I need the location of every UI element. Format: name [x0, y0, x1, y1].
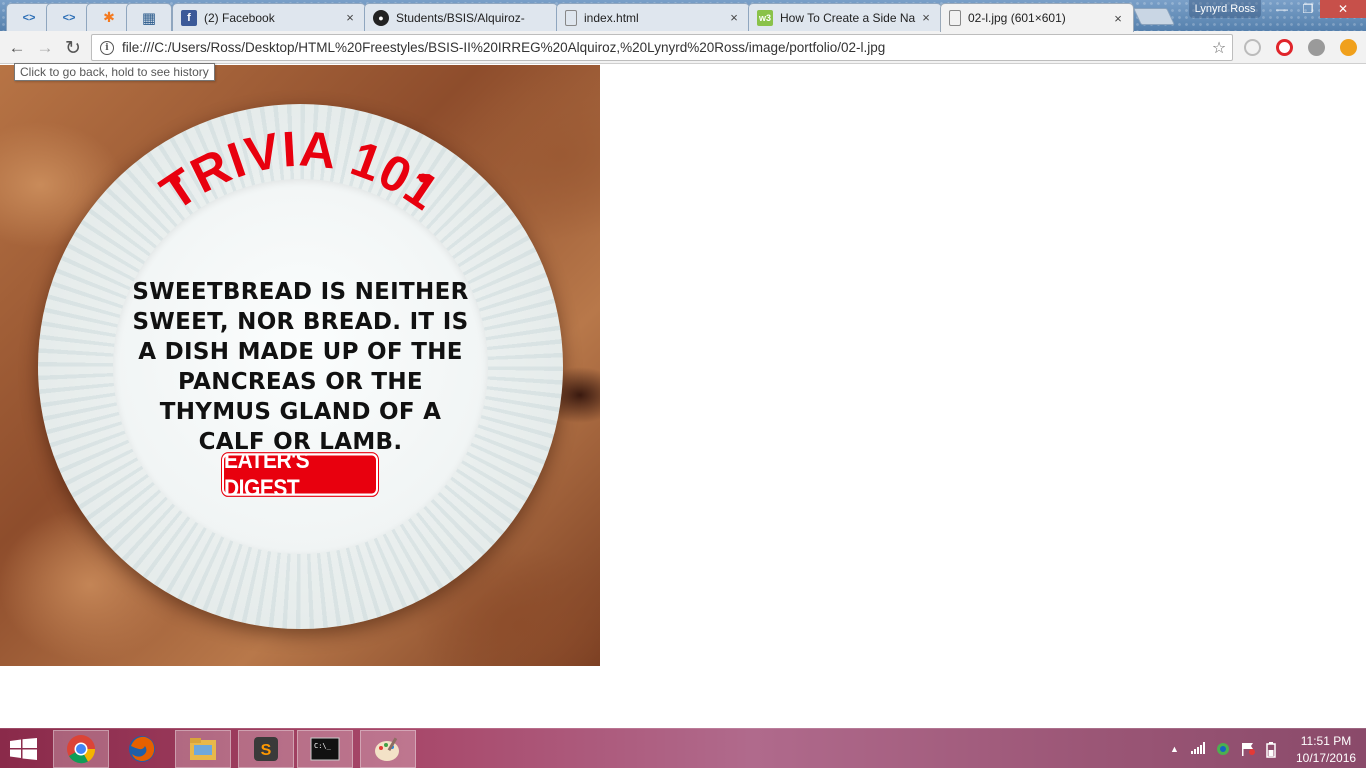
command-prompt-icon: C:\_ — [310, 737, 340, 761]
reload-button[interactable]: ↻ — [61, 36, 85, 60]
tab-index-html[interactable]: index.html × — [556, 3, 750, 31]
tray-up-arrow-icon[interactable]: ▲ — [1170, 744, 1179, 754]
trivia-heading-text: TRIVIA 101 — [151, 120, 449, 221]
flag-notification-icon[interactable] — [1240, 742, 1256, 759]
code-brackets-icon: <> — [22, 11, 36, 24]
windows-taskbar: S C:\_ ▲ 11:51 PM 10/17/2016 — [0, 728, 1366, 768]
tab-facebook[interactable]: f (2) Facebook × — [172, 3, 366, 31]
trivia-heading: TRIVIA 101 — [151, 120, 450, 221]
tab-title: How To Create a Side Na — [780, 10, 916, 25]
code-brackets-icon: <> — [62, 11, 76, 24]
info-icon[interactable]: i — [100, 40, 114, 55]
tab-strip: <> <> ✱ ▦ f (2) Facebook × ● Students/BS… — [0, 0, 1366, 32]
avast-icon: ✱ — [103, 9, 115, 25]
forward-button[interactable]: → — [33, 36, 57, 60]
browser-toolbar: ← → ↻ i file:///C:/Users/Ross/Desktop/HT… — [0, 31, 1366, 64]
close-tab-icon[interactable]: × — [343, 10, 357, 25]
trivia-fact: SWEETBREAD IS NEITHER SWEET, NOR BREAD. … — [132, 279, 469, 455]
tab-title: 02-l.jpg (601×601) — [968, 11, 1066, 25]
eaters-digest-logo: EATER'S DIGEST — [221, 447, 379, 501]
profile-name[interactable]: Lynyrd Ross — [1189, 0, 1261, 18]
sublime-text-icon: S — [254, 737, 278, 761]
clock-date[interactable]: 10/17/2016 — [1296, 751, 1356, 765]
file-icon — [949, 10, 961, 26]
firefox-icon — [129, 736, 155, 762]
tab-title: index.html — [584, 10, 639, 25]
close-tab-icon[interactable]: × — [919, 10, 933, 25]
menu-icon[interactable] — [1340, 39, 1357, 56]
image-viewer: TRIVIA 101 SWEETBREAD IS NEITHER SWEET, … — [0, 65, 600, 666]
taskbar-paint[interactable] — [360, 730, 416, 768]
address-bar[interactable]: i file:///C:/Users/Ross/Desktop/HTML%20F… — [91, 34, 1233, 61]
tab-02-l-jpg[interactable]: 02-l.jpg (601×601) × — [940, 3, 1134, 32]
tab-title: Students/BSIS/Alquiroz- — [396, 10, 525, 25]
close-tab-icon[interactable]: × — [1111, 11, 1125, 26]
minimize-icon[interactable]: — — [1268, 0, 1296, 18]
taskbar-sublime-text[interactable]: S — [238, 730, 294, 768]
facebook-icon: f — [181, 9, 197, 26]
grid-icon: ▦ — [141, 9, 157, 27]
clock-time[interactable]: 11:51 PM — [1296, 734, 1356, 748]
network-signal-icon[interactable] — [1191, 742, 1207, 757]
chrome-icon — [67, 735, 96, 764]
back-button[interactable]: ← — [5, 36, 29, 60]
w3schools-icon: w3 — [757, 9, 773, 26]
tab-title: (2) Facebook — [204, 10, 275, 25]
windows-start-icon[interactable] — [10, 738, 38, 760]
extension-icon[interactable] — [1244, 39, 1261, 56]
tray-app-icon[interactable] — [1215, 742, 1231, 759]
svg-text:S: S — [261, 742, 272, 759]
taskbar-command-prompt[interactable]: C:\_ — [297, 730, 353, 768]
restore-icon[interactable]: ❐ — [1296, 0, 1320, 18]
file-icon — [565, 9, 577, 26]
close-tab-icon[interactable]: × — [727, 10, 741, 25]
url-text[interactable]: file:///C:/Users/Ross/Desktop/HTML%20Fre… — [122, 40, 1206, 55]
opera-icon[interactable] — [1276, 39, 1293, 56]
folder-icon — [190, 738, 216, 760]
close-window-icon[interactable]: ✕ — [1320, 0, 1366, 18]
new-tab-button[interactable] — [1133, 8, 1175, 25]
paint-icon — [375, 737, 399, 761]
extension-icon[interactable] — [1308, 39, 1325, 56]
taskbar-chrome[interactable] — [53, 730, 109, 768]
taskbar-firefox[interactable] — [114, 730, 170, 768]
svg-text:C:\_: C:\_ — [314, 742, 332, 750]
taskbar-file-explorer[interactable] — [175, 730, 231, 768]
back-tooltip: Click to go back, hold to see history — [14, 63, 215, 81]
github-icon: ● — [373, 9, 389, 26]
battery-icon[interactable] — [1264, 742, 1278, 761]
bookmark-star-icon[interactable]: ☆ — [1206, 38, 1232, 58]
tab-pinned-4[interactable]: ▦ — [126, 3, 172, 31]
tab-github[interactable]: ● Students/BSIS/Alquiroz- — [364, 3, 558, 31]
tab-w3schools[interactable]: w3 How To Create a Side Na × — [748, 3, 942, 31]
